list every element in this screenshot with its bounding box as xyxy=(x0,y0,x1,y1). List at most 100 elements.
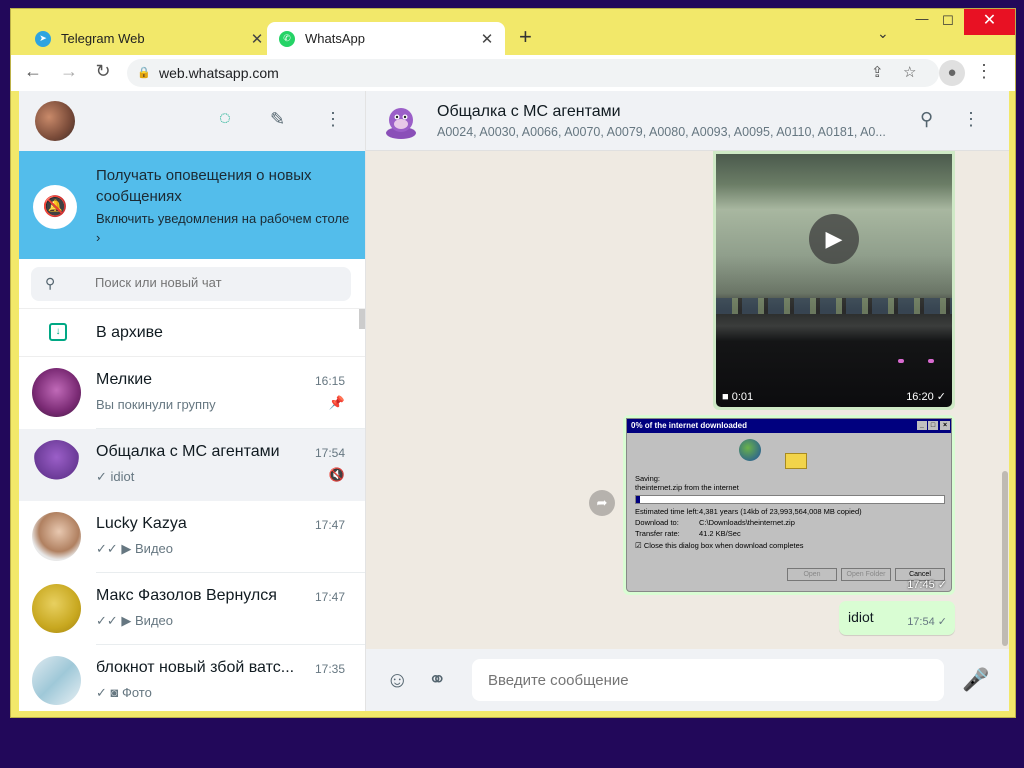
dialog-close-icon: × xyxy=(940,421,950,430)
list-item[interactable]: Общалка с МС агентами 17:54 ✓ idiot 🔇 xyxy=(19,429,365,501)
notification-title: Получать оповещения о новых сообщениях xyxy=(96,167,312,205)
new-chat-icon[interactable]: ✎ xyxy=(270,109,285,130)
video-frame-detail xyxy=(928,359,934,363)
avatar xyxy=(32,440,81,489)
close-tab-icon[interactable]: ✕ xyxy=(479,30,495,48)
chat-time: 17:35 xyxy=(314,662,345,676)
microphone-icon[interactable]: 🎤 xyxy=(962,667,989,693)
message-time: 17:54 ✓ xyxy=(907,616,947,628)
folder-icon xyxy=(785,453,807,469)
play-icon[interactable]: ▶ xyxy=(809,214,859,264)
reload-icon[interactable]: ↻ xyxy=(91,61,115,82)
avatar xyxy=(32,512,81,561)
archive-label: В архиве xyxy=(96,324,163,341)
maximize-icon[interactable]: ☐ xyxy=(933,13,963,29)
avatar xyxy=(32,584,81,633)
tab-telegram[interactable]: ➤ Telegram Web ✕ xyxy=(23,22,275,55)
dialog-text: Saving: xyxy=(635,474,661,483)
archive-row[interactable]: ↓ В архиве xyxy=(19,309,365,357)
avatar xyxy=(32,368,81,417)
tab-title: WhatsApp xyxy=(305,31,365,46)
progress-fill xyxy=(636,496,640,503)
chat-name: Макс Фазолов Вернулся xyxy=(96,587,277,604)
chat-preview: ✓✓ ▶ Видео xyxy=(96,541,173,556)
chat-list-scrollbar[interactable] xyxy=(359,309,365,329)
forward-icon[interactable]: ➦ xyxy=(589,490,615,516)
nav-bar: ← → ↻ 🔒 web.whatsapp.com ⇪ ☆ ● ⋮ xyxy=(11,55,1015,91)
profile-icon[interactable]: ● xyxy=(939,60,965,86)
chat-time: 17:54 xyxy=(314,446,345,460)
left-header: ◌ ✎ ⋮ xyxy=(19,91,365,151)
list-item[interactable]: блокнот новый збой ватс... 17:35 ✓ ◙ Фот… xyxy=(19,645,365,711)
image-message[interactable]: 0% of the internet downloaded _ □ × Savi… xyxy=(623,415,955,595)
tab-whatsapp[interactable]: ✆ WhatsApp ✕ xyxy=(267,22,505,55)
url-text[interactable]: web.whatsapp.com xyxy=(159,65,279,81)
list-item[interactable]: Lucky Kazya 17:47 ✓✓ ▶ Видео xyxy=(19,501,365,573)
lock-icon: 🔒 xyxy=(137,67,151,79)
dialog-button: Open xyxy=(787,568,837,581)
status-icon[interactable]: ◌ xyxy=(219,107,231,130)
list-item[interactable]: Мелкие 16:15 Вы покинули группу 📌 xyxy=(19,357,365,429)
dialog-row-value: 4,381 years (14kb of 23,993,564,008 MB c… xyxy=(699,507,862,516)
menu-icon[interactable]: ⋮ xyxy=(324,109,342,130)
chat-preview: ✓✓ ▶ Видео xyxy=(96,613,173,628)
chat-preview: ✓ ◙ Фото xyxy=(96,685,152,700)
dialog-maximize-icon: □ xyxy=(928,421,938,430)
back-icon[interactable]: ← xyxy=(21,61,45,82)
video-message[interactable]: ▶ ■ 0:01 16:20 ✓ xyxy=(713,151,955,410)
search-input[interactable] xyxy=(95,275,335,290)
list-item[interactable]: Макс Фазолов Вернулся 17:47 ✓✓ ▶ Видео xyxy=(19,573,365,645)
chat-preview: Вы покинули группу xyxy=(96,397,216,412)
browser-menu-icon[interactable]: ⋮ xyxy=(975,61,993,82)
avatar[interactable] xyxy=(35,101,75,141)
search-box[interactable]: ⚲ xyxy=(31,267,351,301)
dialog-checkbox-label: Close this dialog box when download comp… xyxy=(643,541,804,550)
message-time: 16:20 ✓ xyxy=(906,391,946,403)
dialog-button: Open Folder xyxy=(841,568,891,581)
chat-time: 17:47 xyxy=(314,590,345,604)
muted-icon: 🔇 xyxy=(328,467,345,482)
message-text: idiot xyxy=(848,609,874,625)
chat-time: 16:15 xyxy=(314,374,345,388)
message-time: 17:45 ✓ xyxy=(907,579,947,591)
archive-icon: ↓ xyxy=(49,323,67,341)
text-message[interactable]: idiot 17:54 ✓ xyxy=(839,601,955,635)
share-icon[interactable]: ⇪ xyxy=(871,63,884,81)
chat-list-panel: ◌ ✎ ⋮ 🔕 Получать оповещения о новых сооб… xyxy=(19,91,366,711)
search-icon: ⚲ xyxy=(45,275,56,291)
whatsapp-app: ◌ ✎ ⋮ 🔕 Получать оповещения о новых сооб… xyxy=(19,91,1009,711)
tab-title: Telegram Web xyxy=(61,31,145,46)
menu-icon[interactable]: ⋮ xyxy=(962,109,980,130)
dialog-row-label: Transfer rate: xyxy=(635,529,680,538)
message-input[interactable] xyxy=(472,659,944,701)
dialog-row-label: Download to: xyxy=(635,518,679,527)
conversation-scrollbar[interactable] xyxy=(1002,471,1008,646)
search-icon[interactable]: ⚲ xyxy=(920,109,933,130)
bookmark-star-icon[interactable]: ☆ xyxy=(903,63,916,81)
conversation-title: Общалка с МС агентами xyxy=(437,103,621,120)
video-duration: ■ 0:01 xyxy=(722,391,754,403)
pin-icon: 📌 xyxy=(328,395,345,410)
notification-banner[interactable]: 🔕 Получать оповещения о новых сообщениях… xyxy=(19,151,365,259)
close-tab-icon[interactable]: ✕ xyxy=(249,30,265,48)
attach-icon[interactable]: ⚭ xyxy=(428,667,446,693)
dialog-row-label: Estimated time left: xyxy=(635,507,699,516)
notification-link[interactable]: Включить уведомления на рабочем столе › xyxy=(96,209,356,247)
tab-search-icon[interactable]: ⌄ xyxy=(877,25,889,42)
avatar xyxy=(32,656,81,705)
chat-name: Lucky Kazya xyxy=(96,515,187,532)
forward-icon[interactable]: → xyxy=(57,61,81,82)
search-section: ⚲ xyxy=(19,259,365,309)
video-thumbnail[interactable]: ▶ ■ 0:01 16:20 ✓ xyxy=(716,154,952,407)
dialog-title: 0% of the internet downloaded _ □ × xyxy=(627,419,951,433)
dialog-minimize-icon: _ xyxy=(917,421,927,430)
emoji-icon[interactable]: ☺ xyxy=(386,667,408,693)
chat-time: 17:47 xyxy=(314,518,345,532)
chat-name: блокнот новый збой ватс... xyxy=(96,659,295,676)
window-close-icon[interactable]: ✕ xyxy=(964,9,1015,35)
video-frame-detail xyxy=(716,298,952,314)
address-bar[interactable]: 🔒 web.whatsapp.com ⇪ ☆ xyxy=(127,59,939,87)
conversation-header[interactable]: Общалка с МС агентами A0024, A0030, A006… xyxy=(366,91,1009,151)
new-tab-icon[interactable]: + xyxy=(519,24,532,50)
dialog-title-text: 0% of the internet downloaded xyxy=(631,421,748,430)
